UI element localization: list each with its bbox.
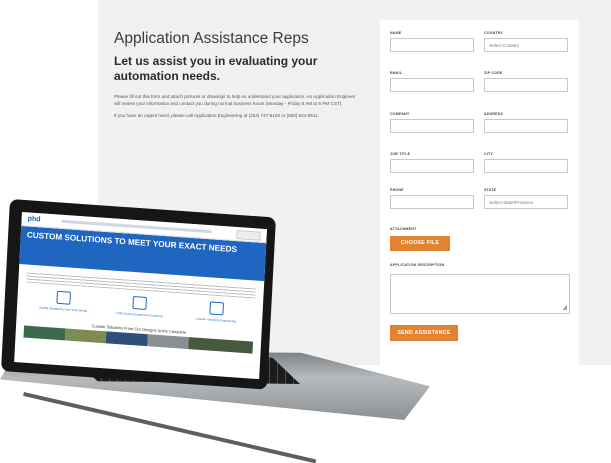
email-field: EMAIL	[390, 71, 474, 92]
screen-card-label: Custom Solutions Engineering	[195, 316, 237, 324]
jobtitle-input[interactable]	[390, 159, 474, 173]
choose-file-button[interactable]: CHOOSE FILE	[390, 236, 450, 251]
wrench-icon	[56, 290, 72, 305]
send-assistance-button[interactable]: SEND ASSISTANCE	[390, 325, 458, 341]
city-input[interactable]	[484, 159, 568, 173]
gear-icon	[209, 301, 224, 316]
page-subtitle: Let us assist you in evaluating your aut…	[114, 54, 318, 83]
screen-card-label: Fully Custom Engineered Solutions	[116, 310, 164, 319]
page-title: Application Assistance Reps	[114, 30, 309, 47]
box-icon	[132, 296, 148, 311]
description-label: APPLICATION DESCRIPTION	[390, 263, 445, 267]
phone-input[interactable]	[390, 195, 474, 209]
description-textarea[interactable]: ◢	[390, 274, 570, 314]
screen-card: Modify Standard to Suit Your Needs	[37, 289, 90, 313]
company-input[interactable]	[390, 119, 474, 133]
screen-card: Fully Custom Engineered Solutions	[113, 295, 166, 319]
name-field: NAME	[390, 31, 474, 52]
resize-grip-icon[interactable]: ◢	[562, 305, 567, 311]
country-select[interactable]: Select Country	[484, 38, 568, 52]
description-field: APPLICATION DESCRIPTION	[390, 263, 510, 270]
city-field: CITY	[484, 152, 568, 173]
assistance-form: NAME COUNTRY Select Country EMAIL ZIP CO…	[380, 20, 579, 365]
email-input[interactable]	[390, 78, 474, 92]
intro-paragraph: Please fill out this form and attach pic…	[114, 94, 356, 106]
urgent-paragraph: If you have an urgent need, please call …	[114, 113, 319, 119]
address-label: ADDRESS	[484, 112, 503, 116]
intro-section: Application Assistance Reps Let us assis…	[114, 30, 359, 126]
email-label: EMAIL	[390, 71, 403, 75]
screen-logo: phd	[27, 215, 41, 224]
attachment-field: ATTACHMENT	[390, 227, 474, 234]
zip-label: ZIP CODE	[484, 71, 503, 75]
attachment-label: ATTACHMENT	[390, 227, 417, 231]
jobtitle-field: JOB TITLE	[390, 152, 474, 173]
phone-label: PHONE	[390, 188, 404, 192]
country-field: COUNTRY Select Country	[484, 31, 568, 52]
state-label: STATE	[484, 188, 497, 192]
state-field: STATE Select State/Province	[484, 188, 568, 209]
country-label: COUNTRY	[484, 31, 504, 35]
name-input[interactable]	[390, 38, 474, 52]
phone-field: PHONE	[390, 188, 474, 209]
screen-card: Custom Solutions Engineering	[190, 300, 243, 324]
address-input[interactable]	[484, 119, 568, 133]
laptop-screen: phd CUSTOM SOLUTIONS TO MEET YOUR EXACT …	[14, 212, 267, 380]
zip-input[interactable]	[484, 78, 568, 92]
company-field: COMPANY	[390, 112, 474, 133]
name-label: NAME	[390, 31, 402, 35]
state-select[interactable]: Select State/Province	[484, 195, 568, 209]
address-field: ADDRESS	[484, 112, 568, 133]
screen-card-label: Modify Standard to Suit Your Needs	[39, 305, 88, 313]
jobtitle-label: JOB TITLE	[390, 152, 411, 156]
company-label: COMPANY	[390, 112, 410, 116]
screen-search-icon	[236, 230, 261, 241]
city-label: CITY	[484, 152, 493, 156]
zip-field: ZIP CODE	[484, 71, 568, 92]
